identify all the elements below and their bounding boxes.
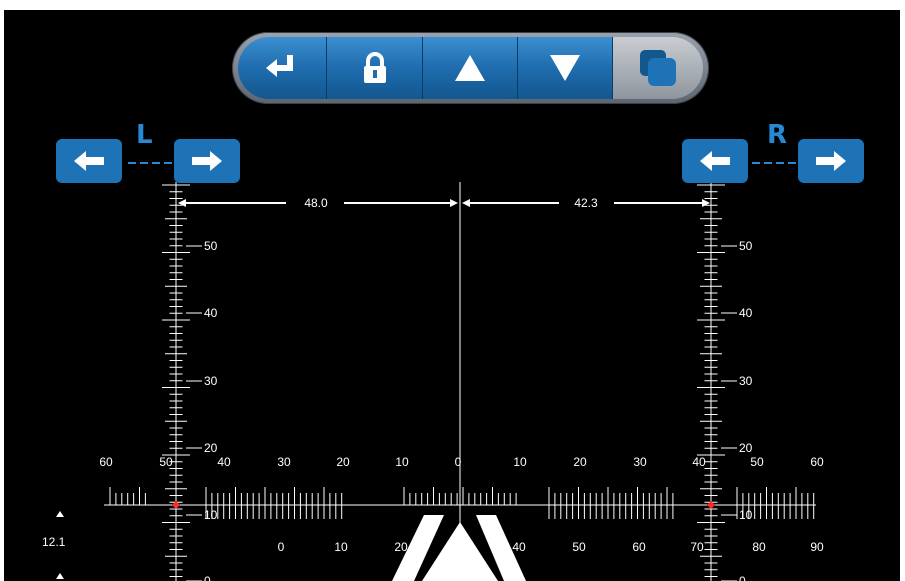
upper-tick-label: 30 xyxy=(633,455,647,469)
vertical-tick-label: 0 xyxy=(204,574,211,581)
vertical-tick-label: 20 xyxy=(204,441,218,455)
right-move-left-button[interactable] xyxy=(682,139,748,183)
down-button[interactable] xyxy=(518,37,613,99)
lower-tick-label: 0 xyxy=(278,540,285,554)
vertical-tick-label: 50 xyxy=(204,239,218,253)
right-distance-label: 42.3 xyxy=(574,196,598,210)
triangle-down-icon xyxy=(550,55,580,81)
left-dashed-link xyxy=(128,162,172,164)
vertical-tick-label: 50 xyxy=(739,239,753,253)
right-move-right-button[interactable] xyxy=(798,139,864,183)
upper-tick-label: 40 xyxy=(217,455,231,469)
left-distance-label: 48.0 xyxy=(304,196,328,210)
enter-button[interactable] xyxy=(238,37,327,99)
vertical-tick-label: 10 xyxy=(739,508,753,522)
upper-tick-label: 20 xyxy=(573,455,587,469)
arrow-right-icon xyxy=(192,151,222,171)
small-triangle-icon xyxy=(56,573,64,579)
arrow-left-icon xyxy=(74,151,104,171)
upper-tick-label: 50 xyxy=(159,455,173,469)
vertical-tick-label: 40 xyxy=(739,306,753,320)
triangle-up-icon xyxy=(455,55,485,81)
upper-tick-label: 10 xyxy=(395,455,409,469)
left-move-left-button[interactable] xyxy=(56,139,122,183)
lower-tick-label: 90 xyxy=(810,540,824,554)
stack-icon xyxy=(640,50,676,86)
lower-tick-label: 20 xyxy=(394,540,408,554)
lower-tick-label: 60 xyxy=(632,540,646,554)
up-indicator-icon xyxy=(56,511,64,517)
lower-tick-label: 40 xyxy=(512,540,526,554)
right-dashed-link xyxy=(752,162,798,164)
return-arrow-icon xyxy=(266,55,293,77)
lower-tick-label: 70 xyxy=(690,540,704,554)
vertical-tick-label: 40 xyxy=(204,306,218,320)
layers-button[interactable] xyxy=(613,37,703,99)
upper-tick-label: 20 xyxy=(336,455,350,469)
up-button[interactable] xyxy=(423,37,518,99)
toolbar xyxy=(232,32,709,104)
upper-tick-label: 50 xyxy=(750,455,764,469)
upper-tick-label: 0 xyxy=(455,455,462,469)
side-readout: 12.1 xyxy=(42,535,66,549)
lower-tick-label: 50 xyxy=(572,540,586,554)
upper-tick-label: 40 xyxy=(692,455,706,469)
arrow-right-icon xyxy=(816,151,846,171)
upper-tick-label: 10 xyxy=(513,455,527,469)
right-vertical-ruler: 50 40 30 20 10 0 xyxy=(697,182,753,581)
left-move-right-button[interactable] xyxy=(174,139,240,183)
lock-button[interactable] xyxy=(327,37,423,99)
scope-screen: 50 40 30 20 10 0 50 40 30 20 10 0 60 50 40 30 20 10 0 10 2… xyxy=(4,10,900,581)
left-label: L xyxy=(136,120,153,150)
arrow-left-icon xyxy=(700,151,730,171)
lower-tick-label: 10 xyxy=(334,540,348,554)
vertical-tick-label: 20 xyxy=(739,441,753,455)
left-vertical-ruler: 50403020100 xyxy=(162,182,218,581)
vertical-tick-label: 30 xyxy=(739,374,753,388)
upper-tick-label: 60 xyxy=(810,455,824,469)
vertical-tick-label: 0 xyxy=(739,574,746,581)
lower-tick-label: 80 xyxy=(752,540,766,554)
vertical-tick-label: 30 xyxy=(204,374,218,388)
lock-icon xyxy=(363,52,386,83)
lane-logo-icon xyxy=(392,515,526,581)
right-label: R xyxy=(767,120,788,150)
upper-tick-label: 60 xyxy=(99,455,113,469)
upper-tick-label: 30 xyxy=(277,455,291,469)
